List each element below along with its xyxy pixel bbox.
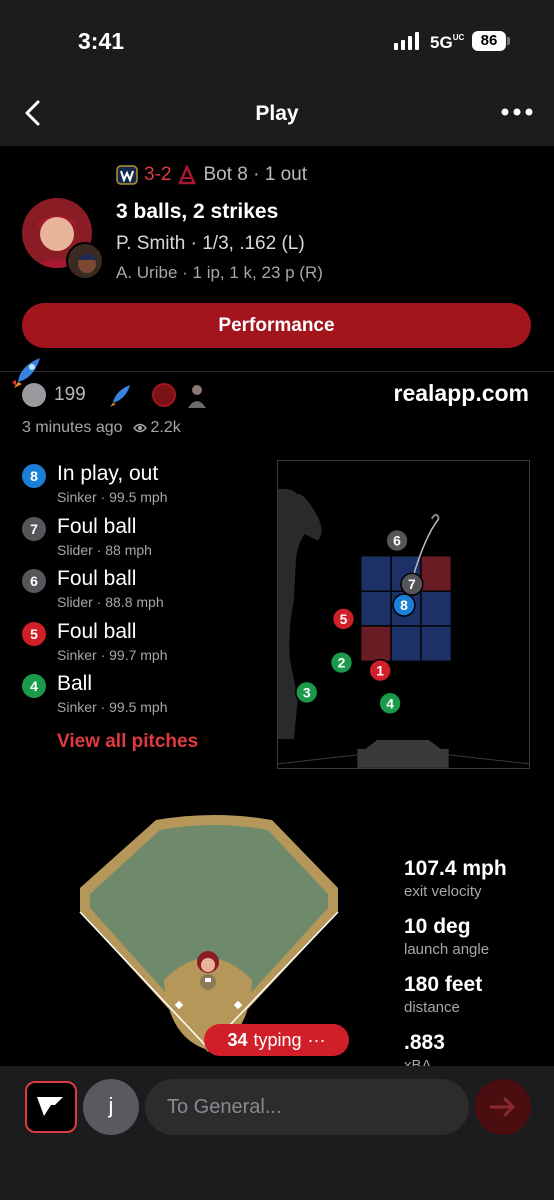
pitch-marker-label: 5 xyxy=(340,611,348,627)
pitch-marker[interactable]: 4 xyxy=(378,691,402,715)
stat-label: launch angle xyxy=(404,941,490,958)
game-situation: Bot 8 · 1 out xyxy=(203,164,307,185)
stat-value: 10 deg xyxy=(404,915,471,938)
reactions-row: 199 xyxy=(22,382,210,408)
signal-icon xyxy=(394,32,419,50)
stat-value: .883 xyxy=(404,1031,445,1054)
score: 3-2 xyxy=(144,164,172,185)
status-bar: 3:41 5GUC 86 xyxy=(0,0,554,82)
pitch-row[interactable]: 4 Ball Sinker · 99.5 mph xyxy=(22,672,262,725)
ball-strike-count: 3 balls, 2 strikes xyxy=(116,200,279,223)
pitch-marker[interactable]: 5 xyxy=(331,607,356,631)
pitch-detail: Sinker · 99.5 mph xyxy=(57,699,168,715)
rocket-reaction-icon[interactable] xyxy=(108,382,134,408)
smiley-icon[interactable] xyxy=(22,383,46,407)
pitch-number-badge: 4 xyxy=(22,674,46,698)
app-logo-button[interactable] xyxy=(25,1081,77,1133)
pitch-number-badge: 8 xyxy=(22,464,46,488)
pitch-row[interactable]: 5 Foul ball Sinker · 99.7 mph xyxy=(22,620,262,673)
strike-zone-chart: 1 2 3 4 5 6 78 xyxy=(277,460,530,769)
stat-value: 107.4 mph xyxy=(404,857,507,880)
more-options-icon[interactable] xyxy=(500,102,534,122)
site-link[interactable]: realapp.com xyxy=(394,380,530,407)
view-all-pitches-link[interactable]: View all pitches xyxy=(57,731,198,753)
pitch-number-badge: 5 xyxy=(22,621,46,646)
batter-line: P. Smith · 1/3, .162 (L) xyxy=(116,233,305,254)
pitch-marker[interactable]: 8 xyxy=(392,593,416,617)
pitch-marker-label: 3 xyxy=(303,684,311,700)
pitch-marker[interactable]: 7 xyxy=(400,572,424,596)
stat-label: exit velocity xyxy=(404,883,482,900)
divider xyxy=(0,371,554,372)
pitch-row[interactable]: 8 In play, out Sinker · 99.5 mph xyxy=(22,462,262,515)
pitch-marker-label: 4 xyxy=(386,695,394,711)
eye-icon xyxy=(132,423,147,433)
battery-tip xyxy=(507,37,510,45)
pitch-row[interactable]: 6 Foul ball Slider · 88.8 mph xyxy=(22,567,262,620)
arrow-right-icon xyxy=(489,1097,515,1117)
pitch-detail: Slider · 88.8 mph xyxy=(57,594,164,610)
typing-indicator: 34 typing ··· xyxy=(204,1024,349,1056)
batted-ball-stats: 107.4 mph exit velocity 10 deg launch angle… xyxy=(404,857,507,1089)
nav-bar: Play xyxy=(0,82,554,146)
brewers-logo-icon xyxy=(116,165,138,185)
pitch-marker-label: 7 xyxy=(408,576,416,592)
time-ago: 3 minutes ago xyxy=(22,419,123,436)
player-reaction-icon[interactable] xyxy=(184,382,210,408)
pitch-result: Foul ball xyxy=(57,619,137,643)
pitch-detail: Slider · 88 mph xyxy=(57,541,152,558)
stat-item: 180 feet distance xyxy=(404,973,507,1031)
battery-icon: 86 xyxy=(472,31,506,51)
pitch-row[interactable]: 7 Foul ball Slider · 88 mph xyxy=(22,515,262,568)
pitch-marker[interactable]: 3 xyxy=(295,680,319,705)
real-logo-icon xyxy=(37,1097,63,1116)
diamondbacks-logo-icon xyxy=(178,165,197,185)
performance-button[interactable]: Performance xyxy=(22,303,531,348)
pitch-detail: Sinker · 99.5 mph xyxy=(57,489,168,505)
pitch-detail: Sinker · 99.7 mph xyxy=(57,646,168,663)
status-time: 3:41 xyxy=(78,28,125,54)
pitcher-avatar xyxy=(66,242,104,280)
views: 2.2k xyxy=(132,419,181,437)
reaction-count: 199 xyxy=(54,384,86,405)
reaction-dot-icon[interactable] xyxy=(151,383,176,407)
user-avatar[interactable]: j xyxy=(83,1079,139,1135)
pitch-result: In play, out xyxy=(57,462,159,485)
network-type: 5GUC xyxy=(430,33,465,52)
score-line: 3-2 Bot 8 · 1 out xyxy=(116,164,307,186)
pitch-result: Foul ball xyxy=(57,567,137,590)
pitcher-line: A. Uribe · 1 ip, 1 k, 23 p (R) xyxy=(116,263,323,282)
send-button[interactable] xyxy=(475,1079,531,1135)
pitch-result: Foul ball xyxy=(57,514,137,538)
pitch-number-badge: 6 xyxy=(22,569,46,593)
stat-value: 180 feet xyxy=(404,973,483,996)
pitch-marker-label: 6 xyxy=(393,533,401,549)
pitch-result: Ball xyxy=(57,672,93,695)
stat-item: 10 deg launch angle xyxy=(404,915,507,973)
pitch-marker[interactable]: 1 xyxy=(368,658,392,683)
stat-label: distance xyxy=(404,999,460,1016)
post-meta: 3 minutes ago 2.2k xyxy=(22,419,181,437)
stat-item: 107.4 mph exit velocity xyxy=(404,857,507,915)
pitch-marker[interactable]: 2 xyxy=(329,650,354,675)
pitch-list: 8 In play, out Sinker · 99.5 mph 7 Foul ball… xyxy=(22,462,262,725)
pitch-marker-label: 1 xyxy=(376,663,384,679)
message-input[interactable]: To General... xyxy=(145,1079,469,1135)
page-title: Play xyxy=(255,102,299,125)
pitch-marker[interactable]: 6 xyxy=(385,528,409,553)
pitch-marker-label: 2 xyxy=(338,655,346,671)
pitch-marker-label: 8 xyxy=(400,597,408,613)
pitch-number-badge: 7 xyxy=(22,516,46,541)
